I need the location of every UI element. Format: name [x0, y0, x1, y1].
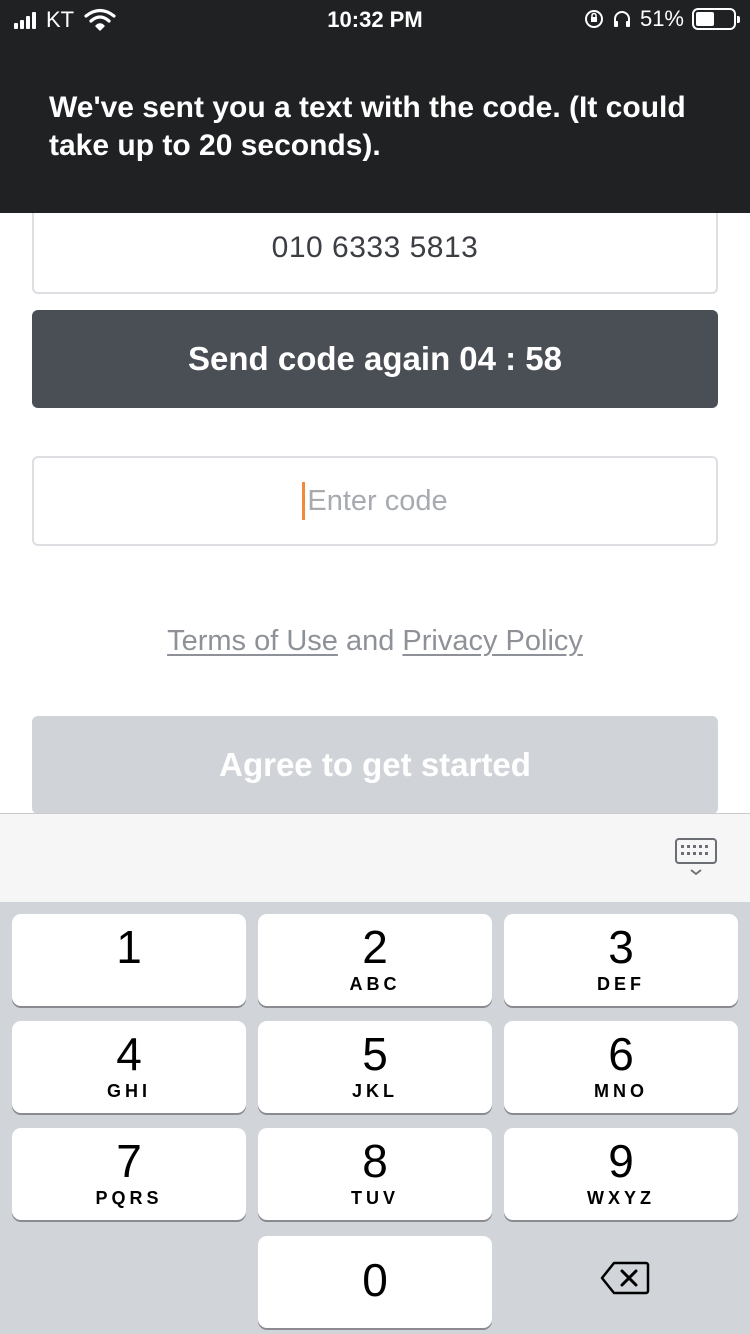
keyboard-toolbar	[0, 813, 750, 902]
terms-of-use-link[interactable]: Terms of Use	[167, 625, 338, 657]
send-code-again-button[interactable]: Send code again 04 : 58	[32, 310, 718, 408]
key-1[interactable]: 1	[12, 914, 246, 1006]
key-letters: MNO	[594, 1081, 648, 1101]
key-letters: JKL	[351, 1081, 398, 1101]
phone-number-value: 010 6333 5813	[271, 230, 479, 264]
privacy-policy-link[interactable]: Privacy Policy	[402, 625, 583, 657]
battery-percent: 51%	[639, 6, 684, 31]
key-letters: WXYZ	[587, 1188, 655, 1208]
resend-timer: 04 : 58	[459, 340, 562, 377]
key-digit: 5	[362, 1028, 388, 1080]
key-8[interactable]: 8 TUV	[258, 1128, 492, 1220]
status-bar: KT 10:32 PM 51%	[0, 0, 750, 40]
key-digit: 4	[116, 1028, 142, 1080]
key-7[interactable]: 7 PQRS	[12, 1128, 246, 1220]
key-5[interactable]: 5 JKL	[258, 1021, 492, 1113]
key-letters: TUV	[351, 1188, 399, 1208]
toast-message: We've sent you a text with the code. (It…	[49, 91, 686, 162]
key-digit: 3	[608, 921, 634, 973]
key-2[interactable]: 2 ABC	[258, 914, 492, 1006]
phone-number-field[interactable]: 010 6333 5813	[32, 203, 718, 294]
terms-conjunction: and	[345, 625, 395, 657]
agree-label: Agree to get started	[219, 746, 531, 783]
code-placeholder: Enter code	[307, 484, 448, 517]
key-letters: DEF	[597, 974, 645, 994]
key-digit: 9	[608, 1135, 634, 1187]
backspace-icon[interactable]	[600, 1260, 650, 1296]
key-letters: ABC	[349, 974, 401, 994]
text-cursor	[302, 482, 306, 520]
agree-to-get-started-button[interactable]: Agree to get started	[32, 716, 718, 814]
orientation-lock-icon	[584, 10, 603, 28]
battery-icon	[692, 8, 740, 30]
resend-label: Send code again	[188, 340, 451, 377]
key-digit: 0	[362, 1254, 388, 1306]
legal-links: Terms of Use and Privacy Policy	[0, 625, 750, 658]
key-letters: GHI	[106, 1081, 151, 1101]
key-6[interactable]: 6 MNO	[504, 1021, 738, 1113]
code-input[interactable]: Enter code	[32, 456, 718, 546]
key-0[interactable]: 0	[258, 1236, 492, 1328]
keyboard-dismiss-icon[interactable]	[675, 836, 719, 880]
key-digit: 2	[362, 921, 388, 973]
key-digit: 1	[116, 921, 142, 973]
key-digit: 7	[116, 1135, 142, 1187]
key-9[interactable]: 9 WXYZ	[504, 1128, 738, 1220]
key-3[interactable]: 3 DEF	[504, 914, 738, 1006]
key-4[interactable]: 4 GHI	[12, 1021, 246, 1113]
key-digit: 8	[362, 1135, 388, 1187]
key-letters: PQRS	[95, 1188, 163, 1208]
key-digit: 6	[608, 1028, 634, 1080]
headphones-icon	[613, 11, 630, 27]
